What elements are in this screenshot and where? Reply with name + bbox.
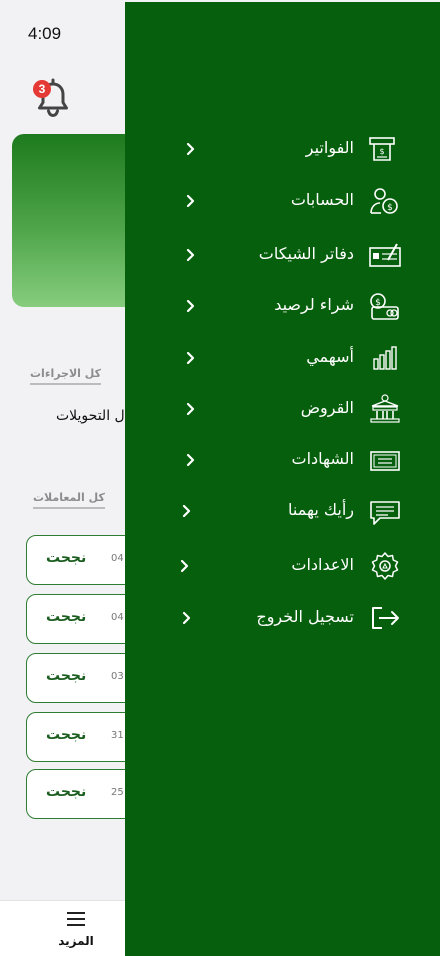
chevron-left-icon (186, 248, 195, 262)
drawer-item-settings[interactable]: الاعدادات (125, 547, 440, 587)
drawer-item-buy-credit[interactable]: شراء لرصيد $ (125, 287, 440, 327)
all-actions-link[interactable]: كل الاجراءات (30, 367, 101, 385)
transaction-date: 31 (111, 730, 124, 741)
drawer-item-certificates[interactable]: الشهادات (125, 441, 440, 481)
transaction-status: نجحت (46, 668, 87, 684)
transaction-date: 04 (111, 553, 124, 564)
chevron-left-icon (186, 142, 195, 156)
stocks-icon (373, 346, 397, 370)
chevron-left-icon (186, 299, 195, 313)
drawer-item-stocks[interactable]: أسهمي (125, 339, 440, 379)
transaction-date: 25 (111, 787, 124, 798)
status-time: 4:09 (28, 24, 62, 43)
drawer-item-label: أسهمي (306, 347, 354, 366)
buy-credit-icon: $ (370, 293, 399, 320)
svg-text:$: $ (387, 203, 393, 213)
drawer-item-checkbooks[interactable]: دفاتر الشيكات (125, 236, 440, 276)
bottom-nav: المزيد (0, 900, 140, 956)
drawer-item-label: الشهادات (291, 449, 354, 468)
drawer-item-logout[interactable]: تسجيل الخروج (125, 599, 440, 639)
drawer-item-label: شراء لرصيد (274, 295, 354, 314)
drawer-item-label: رأيك يهمنا (288, 500, 354, 519)
chevron-left-icon (182, 611, 191, 625)
menu-icon[interactable] (67, 912, 85, 926)
transaction-date: 04 (111, 612, 124, 623)
drawer-item-label: الفواتير (305, 138, 354, 157)
chevron-left-icon (180, 559, 189, 573)
transaction-status: نجحت (46, 550, 87, 566)
bill-icon: $ (369, 137, 395, 161)
drawer-item-label: الحسابات (290, 190, 354, 209)
drawer-item-bills[interactable]: الفواتير $ (125, 130, 440, 170)
transaction-date: 03 (111, 671, 124, 682)
all-transactions-link[interactable]: كل المعاملات (33, 491, 105, 509)
transaction-status: نجحت (46, 609, 87, 625)
logout-icon (372, 607, 399, 629)
drawer-item-label: القروض (300, 398, 354, 417)
drawer-item-feedback[interactable]: رأيك يهمنا (125, 492, 440, 532)
chevron-left-icon (186, 402, 195, 416)
notification-badge: 3 (33, 80, 51, 98)
chevron-left-icon (182, 504, 191, 518)
bank-icon (370, 394, 400, 423)
chevron-left-icon (186, 351, 195, 365)
checkbook-icon (369, 243, 401, 267)
settings-icon (371, 552, 399, 580)
drawer-item-label: تسجيل الخروج (256, 607, 354, 626)
svg-text:$: $ (379, 147, 384, 156)
transfers-label[interactable]: ل التحويلات (56, 408, 125, 424)
drawer-item-label: دفاتر الشيكات (258, 244, 354, 263)
chevron-left-icon (186, 194, 195, 208)
drawer-item-label: الاعدادات (291, 555, 354, 574)
drawer-item-loans[interactable]: القروض (125, 390, 440, 430)
certificate-icon (370, 451, 400, 471)
drawer-item-accounts[interactable]: الحسابات $ (125, 182, 440, 222)
chevron-left-icon (186, 453, 195, 467)
side-drawer: الفواتير $ الحسابات $ دفاتر الشيكات شراء… (125, 2, 440, 956)
accounts-icon: $ (370, 188, 398, 214)
feedback-icon (370, 501, 400, 525)
transaction-status: نجحت (46, 784, 87, 800)
transaction-status: نجحت (46, 727, 87, 743)
